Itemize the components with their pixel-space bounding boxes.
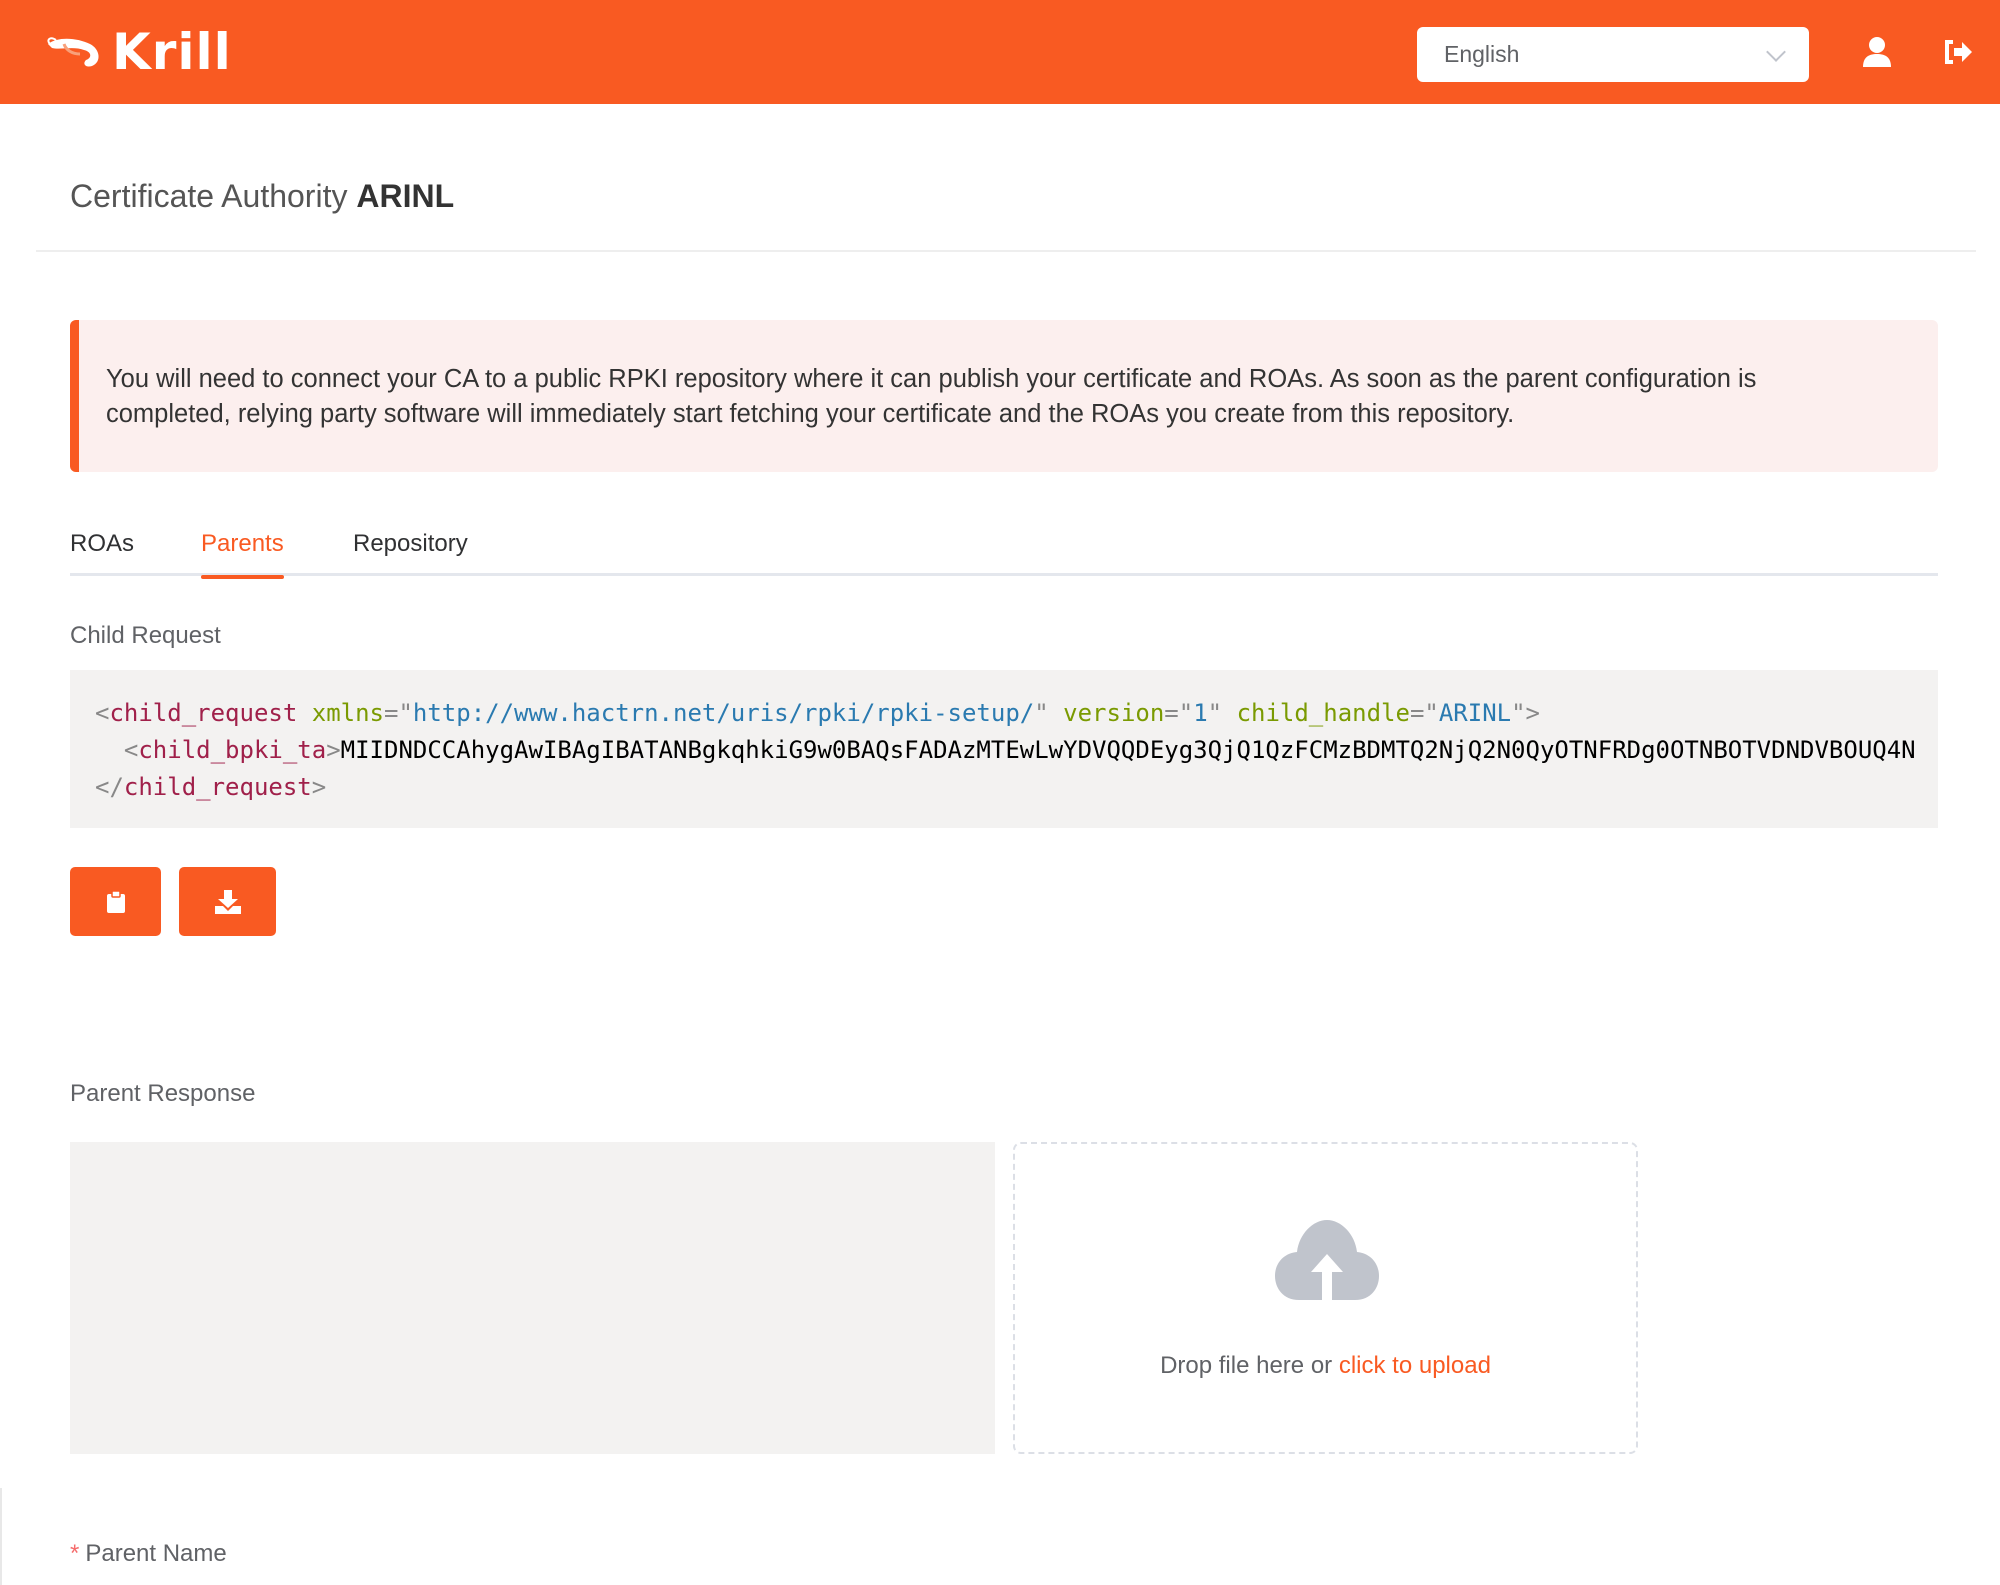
xml-attr-child-handle: child_handle — [1236, 699, 1410, 727]
user-icon[interactable] — [1860, 35, 1894, 69]
xml-bpki-ta-value: MIIDNDCCAhygAwIBAgIBATANBgkqhkiG9w0BAQsF… — [340, 736, 1916, 764]
language-select[interactable]: English — [1417, 27, 1809, 82]
tab-parents[interactable]: Parents — [201, 530, 284, 579]
left-edge-divider — [0, 1488, 2, 1585]
ca-tabs: ROAs Parents Repository — [70, 520, 1938, 579]
alert-text: You will need to connect your CA to a pu… — [106, 365, 1757, 428]
child-request-label: Child Request — [70, 622, 221, 649]
download-button[interactable] — [179, 867, 276, 936]
copy-button[interactable] — [70, 867, 161, 936]
xml-version-value: 1 — [1193, 699, 1208, 727]
parent-response-textarea[interactable] — [70, 1142, 995, 1454]
download-icon — [214, 889, 241, 914]
page-title: Certificate Authority ARINL — [70, 178, 454, 215]
xml-child-tag: child_bpki_ta — [138, 736, 327, 764]
parent-name-label: * Parent Name — [70, 1540, 227, 1568]
title-divider — [36, 250, 1976, 252]
file-upload-dropzone[interactable]: Drop file here or click to upload — [1013, 1142, 1638, 1454]
xml-attr-xmlns: xmlns — [311, 699, 384, 727]
xml-root-tag: child_request — [109, 699, 298, 727]
tab-roas[interactable]: ROAs — [70, 530, 134, 574]
page-title-prefix: Certificate Authority — [70, 178, 348, 214]
xml-child-handle-value: ARINL — [1438, 699, 1512, 727]
ca-handle: ARINL — [356, 178, 455, 214]
upload-text: Drop file here or — [1160, 1352, 1333, 1379]
clipboard-icon — [106, 889, 125, 913]
chevron-down-icon — [1766, 42, 1786, 62]
cloud-upload-icon — [1275, 1220, 1379, 1300]
repository-warning-alert: You will need to connect your CA to a pu… — [70, 320, 1938, 472]
brand-name: Krill — [112, 23, 232, 81]
tab-repository[interactable]: Repository — [353, 530, 468, 574]
language-selected-value: English — [1444, 41, 1520, 67]
logout-icon[interactable] — [1941, 35, 1975, 69]
shrimp-logo-icon — [47, 37, 99, 67]
required-marker: * — [70, 1540, 80, 1567]
alert-accent-bar — [70, 320, 79, 472]
parent-response-label: Parent Response — [70, 1080, 256, 1107]
top-navbar: Krill English — [0, 0, 2000, 104]
upload-instructions: Drop file here or click to upload — [1015, 1352, 1636, 1380]
krill-logo[interactable]: Krill — [44, 26, 232, 78]
child-request-xml[interactable]: <child_request xmlns="http://www.hactrn.… — [70, 670, 1938, 828]
xml-root-close-tag: child_request — [123, 773, 312, 801]
xml-attr-version: version — [1063, 699, 1165, 727]
xml-xmlns-value: http://www.hactrn.net/uris/rpki/rpki-set… — [412, 699, 1035, 727]
click-to-upload-link[interactable]: click to upload — [1339, 1352, 1491, 1379]
parent-name-label-text: Parent Name — [85, 1540, 227, 1567]
